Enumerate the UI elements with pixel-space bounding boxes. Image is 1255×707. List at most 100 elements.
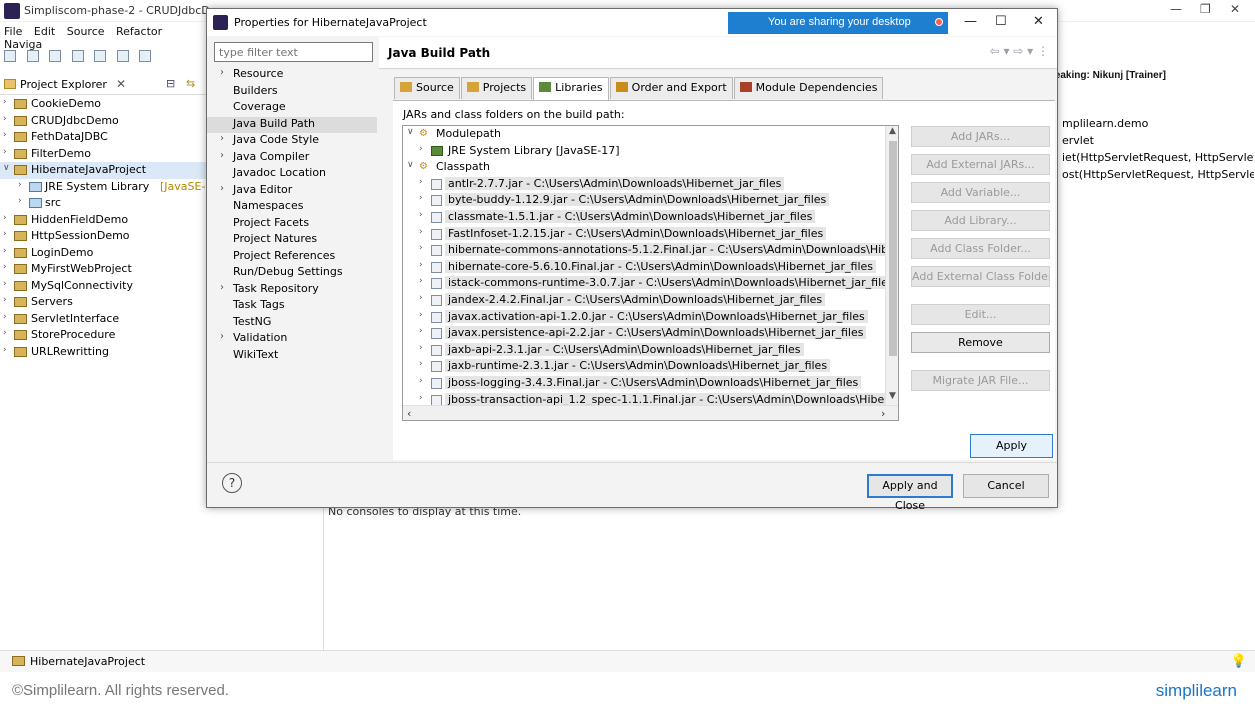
horizontal-scrollbar[interactable]: ‹ ›	[403, 405, 898, 420]
chevron-right-icon[interactable]: ›	[419, 293, 423, 303]
jar-entry[interactable]: › jaxb-api-2.3.1.jar - C:\Users\Admin\Dow…	[403, 342, 898, 359]
scroll-right-icon[interactable]: ›	[881, 407, 885, 420]
project-item[interactable]: ∨ HibernateJavaProject	[0, 162, 210, 179]
nav-item[interactable]: › Validation	[207, 331, 377, 348]
minimize-icon[interactable]: —	[1170, 2, 1182, 16]
chevron-right-icon[interactable]: ›	[220, 150, 224, 161]
add-jars-button[interactable]: Add JARs...	[911, 126, 1050, 147]
maximize-icon[interactable]: ☐	[995, 14, 1007, 29]
menu-source[interactable]: Source	[67, 25, 105, 38]
nav-item[interactable]: Project References	[207, 249, 377, 266]
vertical-scrollbar[interactable]: ▲ ▼	[885, 126, 898, 405]
nav-item[interactable]: Project Facets	[207, 216, 377, 233]
tab-order-and-export[interactable]: Order and Export	[609, 77, 733, 99]
tab-libraries[interactable]: Libraries	[533, 77, 609, 101]
chevron-right-icon[interactable]: ›	[3, 279, 7, 289]
project-item[interactable]: › URLRewritting	[0, 344, 210, 361]
add-external-jars-button[interactable]: Add External JARs...	[911, 154, 1050, 175]
close-icon[interactable]: ✕	[1033, 14, 1044, 29]
chevron-right-icon[interactable]: ›	[419, 326, 423, 336]
chevron-right-icon[interactable]: ›	[3, 229, 7, 239]
jar-entry[interactable]: › javax.activation-api-1.2.0.jar - C:\Use…	[403, 309, 898, 326]
close-view-icon[interactable]: ✕	[116, 77, 126, 91]
jar-entry[interactable]: › antlr-2.7.7.jar - C:\Users\Admin\Downlo…	[403, 176, 898, 193]
project-item[interactable]: › LoginDemo	[0, 245, 210, 262]
scroll-up-icon[interactable]: ▲	[889, 126, 896, 136]
minimize-icon[interactable]: —	[964, 14, 977, 29]
remove-button[interactable]: Remove	[911, 332, 1050, 353]
chevron-right-icon[interactable]: ›	[419, 393, 423, 403]
close-icon[interactable]: ✕	[1230, 2, 1240, 16]
nav-item[interactable]: › Java Compiler	[207, 150, 377, 167]
edit-button[interactable]: Edit...	[911, 304, 1050, 325]
tip-bulb-icon[interactable]: 💡	[1231, 654, 1247, 669]
project-item[interactable]: › CRUDJdbcDemo	[0, 113, 210, 130]
chevron-down-icon[interactable]: ∨	[3, 163, 10, 173]
chevron-right-icon[interactable]: ›	[3, 345, 7, 355]
project-item[interactable]: › MySqlConnectivity	[0, 278, 210, 295]
chevron-right-icon[interactable]: ›	[419, 376, 423, 386]
chevron-right-icon[interactable]: ›	[419, 343, 423, 353]
nav-item[interactable]: WikiText	[207, 348, 377, 365]
outline-item[interactable]: iet(HttpServletRequest, HttpServletRespo	[1062, 151, 1254, 164]
add-variable-button[interactable]: Add Variable...	[911, 182, 1050, 203]
chevron-right-icon[interactable]: ›	[3, 312, 7, 322]
chevron-right-icon[interactable]: ›	[419, 144, 423, 154]
tab-source[interactable]: Source	[394, 77, 460, 99]
apply-and-close-button[interactable]: Apply and Close	[867, 474, 953, 512]
collapse-all-icon[interactable]: ⊟	[166, 77, 175, 90]
skip-breakpoints-icon[interactable]	[94, 50, 106, 62]
menu-refactor[interactable]: Refactor	[116, 25, 162, 38]
build-path-tree[interactable]: ∨ ⚙ Modulepath › JRE System Library [JavaSE-…	[402, 125, 899, 421]
chevron-right-icon[interactable]: ›	[3, 147, 7, 157]
nav-item[interactable]: Coverage	[207, 100, 377, 117]
chevron-right-icon[interactable]: ›	[3, 114, 7, 124]
outline-item[interactable]: ervlet	[1062, 134, 1254, 147]
nav-item[interactable]: TestNG	[207, 315, 377, 332]
chevron-right-icon[interactable]: ›	[3, 328, 7, 338]
save-all-icon[interactable]	[49, 50, 61, 62]
project-item[interactable]: › Servers	[0, 294, 210, 311]
add-class-folder-button[interactable]: Add Class Folder...	[911, 238, 1050, 259]
chevron-down-icon[interactable]: ∨	[407, 160, 414, 170]
chevron-right-icon[interactable]: ›	[3, 130, 7, 140]
nav-item[interactable]: Java Build Path	[207, 116, 377, 133]
outline-item[interactable]: mplilearn.demo	[1062, 117, 1254, 130]
chevron-right-icon[interactable]: ›	[220, 331, 224, 342]
recording-dot-icon[interactable]	[935, 18, 943, 26]
restore-icon[interactable]: ❐	[1200, 2, 1211, 16]
tab-module-dependencies[interactable]: Module Dependencies	[733, 77, 884, 99]
project-item[interactable]: › FethDataJDBC	[0, 129, 210, 146]
modulepath-node[interactable]: ∨ ⚙ Modulepath	[403, 126, 898, 143]
jre-library-node[interactable]: › JRE System Library [JavaSE-17]	[403, 143, 898, 160]
jar-entry[interactable]: › istack-commons-runtime-3.0.7.jar - C:\U…	[403, 275, 898, 292]
nav-item[interactable]: Project Natures	[207, 232, 377, 249]
nav-item[interactable]: Task Tags	[207, 298, 377, 315]
outline-item[interactable]: ost(HttpServletRequest, HttpServletResp	[1062, 168, 1254, 181]
jar-entry[interactable]: › javax.persistence-api-2.2.jar - C:\User…	[403, 325, 898, 342]
scroll-down-icon[interactable]: ▼	[889, 391, 896, 401]
nav-item[interactable]: › Task Repository	[207, 282, 377, 299]
chevron-right-icon[interactable]: ›	[419, 260, 423, 270]
link-editor-icon[interactable]: ⇆	[186, 77, 195, 90]
menu-edit[interactable]: Edit	[34, 25, 55, 38]
chevron-right-icon[interactable]: ›	[419, 177, 423, 187]
nav-item[interactable]: Javadoc Location	[207, 166, 377, 183]
project-item[interactable]: › src	[0, 195, 210, 212]
project-item[interactable]: › ServletInterface	[0, 311, 210, 328]
jar-entry[interactable]: › jandex-2.4.2.Final.jar - C:\Users\Admin…	[403, 292, 898, 309]
chevron-right-icon[interactable]: ›	[18, 180, 22, 190]
jar-entry[interactable]: › classmate-1.5.1.jar - C:\Users\Admin\Do…	[403, 209, 898, 226]
chevron-right-icon[interactable]: ›	[220, 67, 224, 78]
chevron-right-icon[interactable]: ›	[419, 276, 423, 286]
nav-item[interactable]: Builders	[207, 84, 377, 101]
chevron-right-icon[interactable]: ›	[419, 243, 423, 253]
chevron-right-icon[interactable]: ›	[3, 295, 7, 305]
add-library-button[interactable]: Add Library...	[911, 210, 1050, 231]
resume-icon[interactable]	[116, 50, 129, 62]
project-item[interactable]: › JRE System Library [JavaSE-17]	[0, 179, 224, 196]
project-item[interactable]: › StoreProcedure	[0, 327, 210, 344]
project-item[interactable]: › CookieDemo	[0, 96, 210, 113]
scroll-thumb[interactable]	[889, 141, 897, 356]
nav-item[interactable]: Run/Debug Settings	[207, 265, 377, 282]
